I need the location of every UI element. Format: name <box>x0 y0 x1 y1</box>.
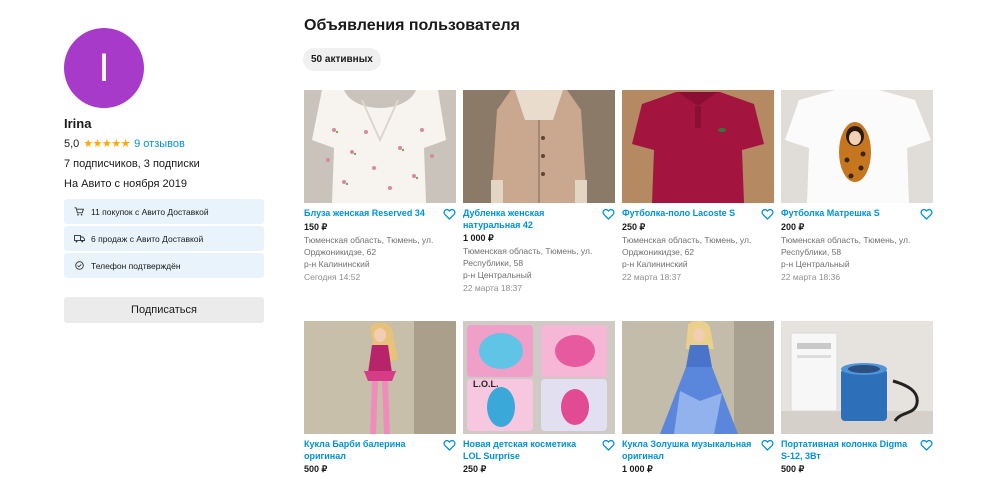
badges-list: 11 покупок с Авито Доставкой 6 продаж с … <box>64 199 264 278</box>
listing-location: Тюменская область, Тюмень, ул. Республик… <box>781 235 911 269</box>
listing-photo-cinderella[interactable] <box>622 321 774 434</box>
listing-card[interactable]: Кукла Барби балерина оригинал 500 ₽ <box>304 321 456 475</box>
check-circle-icon <box>73 261 85 270</box>
rating-value: 5,0 <box>64 137 80 150</box>
listing-card[interactable]: Дубленка женская натуральная 42 1 000 ₽ … <box>463 90 615 294</box>
svg-text:L.O.L.: L.O.L. <box>473 379 499 389</box>
listing-date: 22 марта 18:37 <box>463 283 523 293</box>
listing-price: 250 ₽ <box>622 222 646 232</box>
listing-photo-coat[interactable] <box>463 90 615 203</box>
listing-card[interactable]: Кукла Золушка музыкальная оригинал 1 000… <box>622 321 774 475</box>
listing-title[interactable]: Блуза женская Reserved 34 <box>304 208 436 220</box>
badge-phone: Телефон подтверждён <box>64 253 264 278</box>
profile-sidebar: I Irina 5,0 ★★★★★ 9 отзывов 7 подписчико… <box>64 28 264 323</box>
user-name[interactable]: Irina <box>64 116 264 131</box>
active-filter-chip[interactable]: 50 активных <box>303 48 381 71</box>
listing-photo-blouse[interactable] <box>304 90 456 203</box>
listing-date: 22 марта 18:37 <box>622 272 682 282</box>
listing-title[interactable]: Портативная колонка Digma S-12, 3Вт <box>781 439 913 462</box>
listings-section: Объявления пользователя 50 активных Блуз… <box>303 17 944 474</box>
listing-title[interactable]: Кукла Золушка музыкальная оригинал <box>622 439 754 462</box>
listing-title[interactable]: Дубленка женская натуральная 42 <box>463 208 595 231</box>
listing-card[interactable]: Футболка-поло Lacoste S 250 ₽ Тюменская … <box>622 90 774 283</box>
listing-title[interactable]: Футболка Матрешка S <box>781 208 913 220</box>
badge-text: 11 покупок с Авито Доставкой <box>91 206 209 217</box>
member-since-text: На Авито с ноября 2019 <box>64 178 188 190</box>
listing-card[interactable]: Футболка Матрешка S 200 ₽ Тюменская обла… <box>781 90 933 283</box>
badge-sales: 6 продаж с Авито Доставкой <box>64 226 264 251</box>
listing-photo-lol[interactable]: L.O.L. <box>463 321 615 434</box>
badge-text: Телефон подтверждён <box>91 260 181 271</box>
listing-card[interactable]: L.O.L. Новая детская косметика LOL Surpr… <box>463 321 615 475</box>
favorite-heart-icon[interactable] <box>761 439 774 451</box>
favorite-heart-icon[interactable] <box>602 439 615 451</box>
rating-line: 5,0 ★★★★★ 9 отзывов <box>64 137 264 151</box>
listing-card[interactable]: Портативная колонка Digma S-12, 3Вт 500 … <box>781 321 933 475</box>
subscribe-button[interactable]: Подписаться <box>64 297 264 323</box>
favorite-heart-icon[interactable] <box>602 208 615 220</box>
favorite-heart-icon[interactable] <box>761 208 774 220</box>
listing-photo-speaker[interactable] <box>781 321 933 434</box>
listing-location: Тюменская область, Тюмень, ул. Орджоники… <box>304 235 434 269</box>
listing-date: Сегодня 14:52 <box>304 272 361 282</box>
favorite-heart-icon[interactable] <box>920 439 933 451</box>
favorite-heart-icon[interactable] <box>443 439 456 451</box>
rating-stars-icon: ★★★★★ <box>83 138 131 150</box>
listing-location: Тюменская область, Тюмень, ул. Орджоники… <box>622 235 752 269</box>
reviews-link[interactable]: 9 отзывов <box>134 138 185 150</box>
listing-title[interactable]: Кукла Барби балерина оригинал <box>304 439 436 462</box>
listing-photo-polo[interactable] <box>622 90 774 203</box>
badge-text: 6 продаж с Авито Доставкой <box>91 233 204 244</box>
listing-title[interactable]: Новая детская косметика LOL Surprise <box>463 439 595 462</box>
listing-location: Тюменская область, Тюмень, ул. Республик… <box>463 246 593 280</box>
listing-photo-barbie[interactable] <box>304 321 456 434</box>
avatar[interactable]: I <box>64 28 144 108</box>
page-title: Объявления пользователя <box>304 17 520 34</box>
listing-price: 150 ₽ <box>304 222 328 232</box>
listing-price: 250 ₽ <box>463 464 487 474</box>
listing-date: 22 марта 18:36 <box>781 272 841 282</box>
listing-photo-tshirt[interactable] <box>781 90 933 203</box>
favorite-heart-icon[interactable] <box>920 208 933 220</box>
listing-price: 1 000 ₽ <box>622 464 653 474</box>
avatar-letter: I <box>98 45 110 90</box>
listing-price: 500 ₽ <box>781 464 805 474</box>
badge-purchases: 11 покупок с Авито Доставкой <box>64 199 264 224</box>
truck-icon <box>73 234 85 243</box>
listing-price: 500 ₽ <box>304 464 328 474</box>
favorite-heart-icon[interactable] <box>443 208 456 220</box>
cart-icon <box>73 207 85 216</box>
listing-price: 200 ₽ <box>781 222 805 232</box>
listing-price: 1 000 ₽ <box>463 233 494 243</box>
followers-text[interactable]: 7 подписчиков, 3 подписки <box>64 158 264 170</box>
listing-card[interactable]: Блуза женская Reserved 34 150 ₽ Тюменска… <box>304 90 456 283</box>
listing-title[interactable]: Футболка-поло Lacoste S <box>622 208 754 220</box>
